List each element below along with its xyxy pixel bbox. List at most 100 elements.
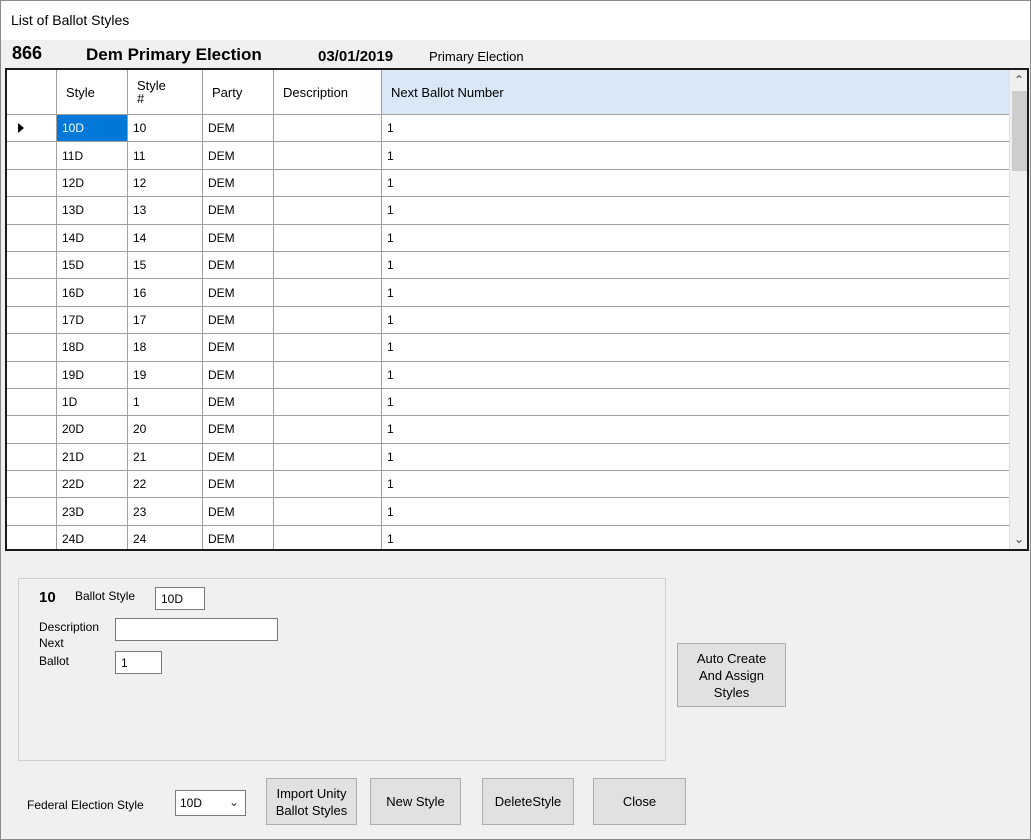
scrollbar-thumb[interactable] [1012,91,1027,171]
row-selector[interactable] [7,251,57,279]
cell-party[interactable]: DEM [203,251,274,279]
cell-style-number[interactable]: 23 [128,498,203,525]
cell-description[interactable] [274,471,382,498]
table-row[interactable]: 22D 22 DEM 1 [7,471,1009,499]
cell-next-ballot-number[interactable]: 1 [382,142,1009,168]
table-row[interactable]: 12D 12 DEM 1 [7,169,1009,198]
cell-description[interactable] [274,142,382,169]
cell-style[interactable]: 17D [57,306,128,334]
cell-next-ballot-number[interactable]: 1 [382,197,1009,223]
cell-style[interactable]: 12D [57,169,128,197]
cell-style-number[interactable]: 21 [128,443,203,471]
cell-style[interactable]: 1D [57,388,128,416]
cell-style-number[interactable]: 14 [128,224,203,251]
table-row[interactable]: 17D 17 DEM 1 [7,306,1009,335]
row-selector[interactable] [7,306,57,334]
table-row[interactable]: 23D 23 DEM 1 [7,498,1009,526]
cell-next-ballot-number[interactable]: 1 [382,526,1009,549]
cell-party[interactable]: DEM [203,443,274,471]
close-button[interactable]: Close [593,778,686,825]
grid-vertical-scrollbar[interactable]: ⌃ ⌄ [1009,70,1027,549]
row-selector[interactable] [7,498,57,525]
row-selector[interactable] [7,416,57,443]
cell-style[interactable]: 21D [57,443,128,471]
cell-style-number[interactable]: 15 [128,251,203,279]
cell-party[interactable]: DEM [203,498,274,525]
column-header-party[interactable]: Party [203,70,274,114]
cell-party[interactable]: DEM [203,361,274,388]
column-header-next-ballot-number[interactable]: Next Ballot Number [382,70,1009,114]
cell-style-number[interactable]: 12 [128,169,203,197]
column-header-description[interactable]: Description [274,70,382,114]
cell-description[interactable] [274,306,382,334]
row-selector[interactable] [7,443,57,471]
cell-style[interactable]: 13D [57,197,128,224]
cell-party[interactable]: DEM [203,471,274,498]
cell-style[interactable]: 14D [57,224,128,251]
row-selector[interactable] [7,334,57,361]
cell-next-ballot-number[interactable]: 1 [382,389,1009,415]
row-selector[interactable] [7,361,57,388]
cell-style-number[interactable]: 24 [128,525,203,549]
table-row[interactable]: 21D 21 DEM 1 [7,443,1009,472]
cell-style[interactable]: 11D [57,142,128,169]
cell-next-ballot-number[interactable]: 1 [382,115,1009,141]
cell-party[interactable]: DEM [203,279,274,306]
cell-style-number[interactable]: 19 [128,361,203,388]
cell-style-number[interactable]: 13 [128,197,203,224]
table-row[interactable]: 10D 10 DEM 1 [7,115,1009,143]
cell-style-number[interactable]: 20 [128,416,203,443]
cell-next-ballot-number[interactable]: 1 [382,170,1009,196]
row-selector[interactable] [7,224,57,251]
cell-party[interactable]: DEM [203,169,274,197]
cell-style[interactable]: 24D [57,525,128,549]
cell-next-ballot-number[interactable]: 1 [382,362,1009,388]
column-header-style[interactable]: Style [57,70,128,114]
table-row[interactable]: 14D 14 DEM 1 [7,224,1009,252]
cell-party[interactable]: DEM [203,306,274,334]
row-selector[interactable] [7,388,57,416]
cell-description[interactable] [274,251,382,279]
cell-description[interactable] [274,388,382,416]
table-row[interactable]: 16D 16 DEM 1 [7,279,1009,307]
cell-party[interactable]: DEM [203,334,274,361]
chevron-down-icon[interactable]: ⌄ [1010,530,1027,548]
cell-party[interactable]: DEM [203,197,274,224]
table-row[interactable]: 13D 13 DEM 1 [7,197,1009,225]
row-selector[interactable] [7,471,57,498]
cell-style-number[interactable]: 10 [128,115,203,142]
cell-style[interactable]: 23D [57,498,128,525]
table-row[interactable]: 11D 11 DEM 1 [7,142,1009,170]
import-unity-button[interactable]: Import Unity Ballot Styles [266,778,357,825]
table-row[interactable]: 18D 18 DEM 1 [7,334,1009,362]
cell-description[interactable] [274,334,382,361]
row-selector[interactable] [7,279,57,306]
cell-style[interactable]: 22D [57,471,128,498]
cell-description[interactable] [274,498,382,525]
cell-description[interactable] [274,443,382,471]
table-row[interactable]: 24D 24 DEM 1 [7,525,1009,549]
cell-style-number[interactable]: 17 [128,306,203,334]
delete-style-button[interactable]: DeleteStyle [482,778,574,825]
row-selector[interactable] [7,525,57,549]
cell-description[interactable] [274,416,382,443]
cell-next-ballot-number[interactable]: 1 [382,252,1009,278]
cell-style[interactable]: 10D [57,115,128,142]
cell-style-number[interactable]: 18 [128,334,203,361]
ballot-styles-grid[interactable]: Style Style # Party Description Next Bal… [5,68,1029,551]
table-row[interactable]: 20D 20 DEM 1 [7,416,1009,444]
row-selector[interactable] [7,115,57,142]
new-style-button[interactable]: New Style [370,778,461,825]
table-row[interactable]: 1D 1 DEM 1 [7,388,1009,417]
cell-next-ballot-number[interactable]: 1 [382,279,1009,305]
cell-style[interactable]: 16D [57,279,128,306]
federal-election-style-select[interactable]: 10D ⌄ [175,790,246,816]
cell-next-ballot-number[interactable]: 1 [382,416,1009,442]
ballot-style-input[interactable]: 10D [155,587,205,610]
table-row[interactable]: 15D 15 DEM 1 [7,251,1009,280]
next-ballot-input[interactable]: 1 [115,651,162,674]
description-input[interactable] [115,618,278,641]
cell-style[interactable]: 20D [57,416,128,443]
table-row[interactable]: 19D 19 DEM 1 [7,361,1009,389]
cell-description[interactable] [274,169,382,197]
